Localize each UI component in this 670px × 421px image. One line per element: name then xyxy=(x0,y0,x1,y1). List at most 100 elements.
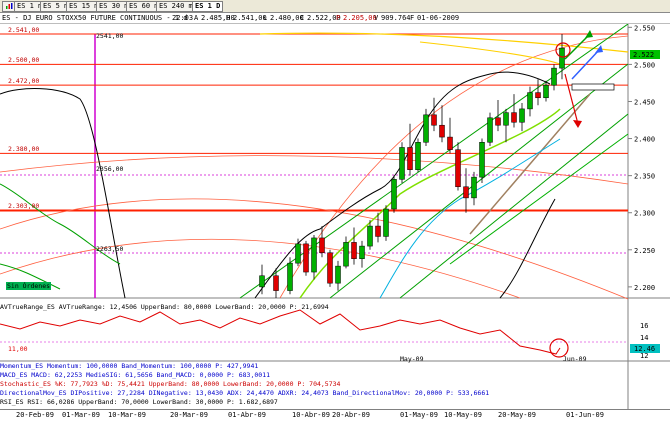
candle-up xyxy=(487,117,493,143)
price-tick-label: 2.200 xyxy=(634,284,655,292)
indicator-row-rsi: RSI_ES RSI: 66,0286 UpperBand: 70,0000 L… xyxy=(0,398,278,406)
candle-down xyxy=(407,147,413,170)
symbol-label: ES - DJ EURO STOXX50 FUTURE CONTINUOUS -… xyxy=(2,14,188,22)
current-price-label: 2.522 xyxy=(633,51,654,59)
indicator-value-label: 12.46 xyxy=(634,345,655,353)
candle-up xyxy=(335,265,341,284)
price-tick-label: 2.350 xyxy=(634,173,655,181)
month-label-jun: Jun-09 xyxy=(563,355,587,363)
candle-up xyxy=(311,237,317,273)
price-tick-label: 2.550 xyxy=(634,24,655,32)
high-value: 2.541,00 xyxy=(233,14,267,22)
level-label: 2.500,00 xyxy=(8,56,40,65)
price-chart[interactable]: 2.550 2.500 2.450 2.400 2.350 2.300 2.250 2.200… xyxy=(0,24,670,409)
month-label-may: May-09 xyxy=(400,355,424,363)
indicator-tick-14: 14 xyxy=(640,334,648,342)
candle-up xyxy=(415,142,421,170)
candle-up xyxy=(543,84,549,99)
candle-down xyxy=(463,186,469,199)
candle-down xyxy=(319,237,325,254)
candle-up xyxy=(471,176,477,199)
low-price-annotation: 2263,50 xyxy=(96,245,124,253)
candle-up xyxy=(423,114,429,143)
volume-value: 909.764 xyxy=(381,14,411,22)
date-tick: 20-Abr-09 xyxy=(332,411,370,419)
date-tick: 20-May-09 xyxy=(498,411,536,419)
close-label: C xyxy=(300,14,305,22)
indicator-low-label: 11,00 xyxy=(8,345,28,353)
candle-down xyxy=(303,243,309,273)
date-tick: 01-Jun-09 xyxy=(566,411,604,419)
candle-up xyxy=(287,262,293,291)
date-axis: 20-Feb-09 01-Mar-09 10-Mar-09 20-Mar-09 … xyxy=(0,409,670,421)
candle-up xyxy=(359,245,365,259)
date-tick: 20-Feb-09 xyxy=(16,411,54,419)
candle-up xyxy=(479,142,485,178)
price-annotation-box xyxy=(571,83,615,91)
prev-value: 2.205,00 xyxy=(343,14,377,22)
date-tick: 01-May-09 xyxy=(400,411,438,419)
candle-up xyxy=(343,242,349,267)
high-label: H xyxy=(226,14,231,22)
candle-down xyxy=(455,149,461,188)
candle-down xyxy=(511,112,517,123)
date-tick: 10-Mar-09 xyxy=(108,411,146,419)
candle-down xyxy=(447,136,453,150)
chart-app-icon-glyph xyxy=(6,3,13,9)
candle-down xyxy=(327,252,333,284)
indicator-row-momentum: Momentum_ES Momentum: 100,0000 Band_Mome… xyxy=(0,362,259,370)
indicator-row-directional: DirectionalMov_ES DIPositive: 27,2284 DI… xyxy=(0,389,490,397)
candle-up xyxy=(527,92,533,110)
level-label: 2.472,00 xyxy=(8,77,40,86)
candle-up xyxy=(391,179,397,210)
candle-down xyxy=(495,117,501,126)
tab-es-1d[interactable]: ES 1 D xyxy=(192,1,224,12)
price-tick-label: 2.300 xyxy=(634,210,655,218)
candle-up xyxy=(503,112,509,126)
candle-up xyxy=(367,225,373,247)
candle-down xyxy=(439,124,445,138)
date-tick: 10-Abr-09 xyxy=(292,411,330,419)
level-label: 2.541,00 xyxy=(8,26,40,34)
indicator-tick-16: 16 xyxy=(640,322,648,330)
candle-up xyxy=(519,108,525,123)
volume-label: V xyxy=(374,14,379,22)
quote-info-bar: ES - DJ EURO STOXX50 FUTURE CONTINUOUS -… xyxy=(0,13,670,24)
sin-ordenes-badge[interactable]: Sin Órdenes xyxy=(6,282,52,290)
level-label: 2.380,00 xyxy=(8,145,40,154)
price-tick-label: 2.450 xyxy=(634,98,655,106)
candle-up xyxy=(559,47,565,69)
candle-down xyxy=(431,114,437,126)
prev-label: P xyxy=(336,14,341,22)
indicator-row-macd: MACD_ES MACD: 62,2253 MedieSIG: 61,5656 … xyxy=(0,371,271,379)
candle-down xyxy=(375,225,381,237)
tab-es-240m[interactable]: ES 240 m xyxy=(156,1,196,12)
candle-up xyxy=(399,147,405,180)
date-tick: 01-Mar-09 xyxy=(62,411,100,419)
candle-down xyxy=(535,92,541,99)
candle-up xyxy=(259,275,265,288)
top-price-annotation: 2541,00 xyxy=(96,32,124,40)
open-label: A xyxy=(194,14,199,22)
level-label: 2.303,00 xyxy=(8,202,40,211)
indicator-row-stochastic: Stochastic_ES %K: 77,7923 %D: 75,4421 Up… xyxy=(0,380,341,388)
indicator-tick-12: 12 xyxy=(640,352,648,360)
date-tick: 10-May-09 xyxy=(444,411,482,419)
time-value: 22:03 xyxy=(172,14,194,22)
date-tick: 20-Mar-09 xyxy=(170,411,208,419)
date-tick: 01-Abr-09 xyxy=(228,411,266,419)
date-label: F xyxy=(410,14,415,22)
low-label: L xyxy=(263,14,268,22)
low-value: 2.480,00 xyxy=(270,14,304,22)
timeframe-toolbar: ES 1 m ES 5 m ES 15 m ES 30 m ES 60 m ES… xyxy=(0,0,670,13)
atr-indicator-line xyxy=(0,309,561,355)
candle-up xyxy=(383,208,389,237)
mid-price-annotation: 2356,00 xyxy=(96,165,124,173)
price-tick-label: 2.500 xyxy=(634,61,655,69)
candle-down xyxy=(273,275,279,291)
date-value: 01-06-2009 xyxy=(417,14,460,22)
indicator-header: AVTrueRange_ES AVTrueRange: 12,4506 Uppe… xyxy=(0,303,329,311)
price-tick-label: 2.250 xyxy=(634,247,655,255)
candle-up xyxy=(295,243,301,264)
candle-up xyxy=(551,67,557,86)
